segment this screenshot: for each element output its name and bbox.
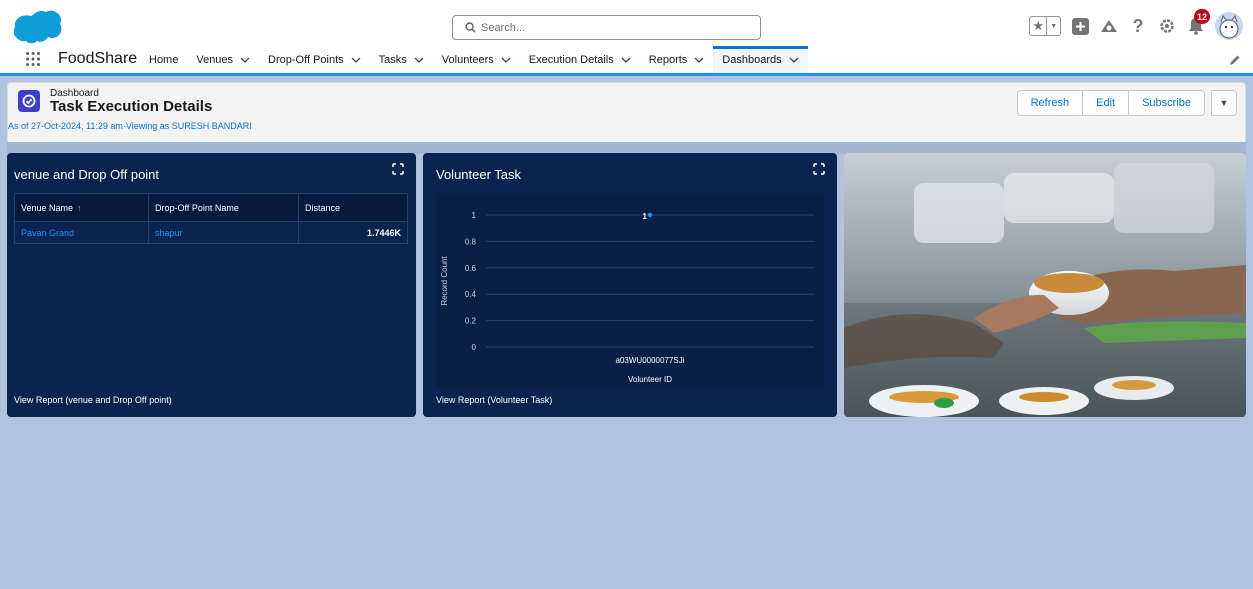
app-name: FoodShare [58, 50, 138, 67]
nav-tab-label: Execution Details [528, 53, 614, 66]
widget-title: venue and Drop Off point [14, 167, 160, 182]
nav-tab-label: Home [149, 53, 179, 66]
view-report-link[interactable]: View Report (venue and Drop Off point) [14, 395, 172, 405]
salesforce-logo[interactable] [14, 10, 62, 44]
nav-tabs: Home Venues Drop-Off Points Tasks Volunteers… [140, 46, 808, 73]
nav-tab-venues[interactable]: Venues [187, 46, 259, 73]
nav-tab-label: Dashboards [722, 53, 782, 66]
search-icon [465, 22, 476, 33]
edit-button[interactable]: Edit [1082, 90, 1130, 116]
nav-tab-home[interactable]: Home [140, 46, 187, 73]
venue-link[interactable]: Pavan Grand [14, 221, 149, 244]
volunteer-task-widget: Volunteer Task 0 0.2 0.4 0.6 0.8 1 Record Coun… [423, 153, 837, 417]
gear-icon[interactable] [1157, 16, 1177, 36]
dashboard-meta: As of 27-Oct-2024, 11:29 am·Viewing as S… [8, 121, 252, 131]
food-photo-widget [844, 153, 1246, 417]
star-icon[interactable]: ★ [1030, 17, 1048, 35]
chevron-down-icon[interactable]: ▼ [1047, 17, 1060, 35]
y-tick-label: 0.2 [465, 317, 477, 326]
data-point [647, 212, 653, 218]
chevron-down-icon[interactable] [621, 55, 631, 65]
nav-tab-label: Venues [196, 53, 234, 66]
column-header-distance[interactable]: Distance [298, 193, 408, 222]
app-navigation: FoodShare Home Venues Drop-Off Points Tasks… [0, 46, 1253, 76]
avatar[interactable] [1215, 12, 1243, 40]
nav-tab-label: Drop-Off Points [268, 53, 344, 66]
scatter-chart: 0 0.2 0.4 0.6 0.8 1 Record Count a03WU0000077SJ… [440, 211, 814, 384]
venue-dropoff-widget: venue and Drop Off point Venue Name ↑ Dro… [7, 153, 416, 417]
refresh-button[interactable]: Refresh [1016, 90, 1084, 116]
chevron-down-icon[interactable] [501, 55, 511, 65]
column-header-venue[interactable]: Venue Name ↑ [14, 193, 149, 222]
chart-area: 0 0.2 0.4 0.6 0.8 1 Record Count a03WU0000077SJ… [436, 193, 824, 389]
expand-icon[interactable] [813, 163, 825, 175]
trailhead-icon[interactable] [1099, 16, 1119, 36]
help-icon[interactable]: ? [1128, 16, 1148, 36]
page-title: Task Execution Details [50, 98, 213, 115]
nav-tab-reports[interactable]: Reports [640, 46, 714, 73]
x-tick-label: a03WU0000077SJi [616, 356, 685, 365]
nav-tab-label: Volunteers [441, 53, 494, 66]
chevron-down-icon[interactable] [351, 55, 361, 65]
favorites-group: ★ ▼ [1029, 16, 1061, 36]
x-axis-label: Volunteer ID [628, 375, 672, 384]
nav-tab-label: Tasks [378, 53, 407, 66]
sort-up-icon: ↑ [77, 202, 82, 213]
view-report-link[interactable]: View Report (Volunteer Task) [436, 395, 552, 405]
search-input[interactable] [481, 18, 751, 37]
more-actions-button[interactable]: ▼ [1211, 90, 1237, 116]
chevron-down-icon[interactable] [789, 55, 799, 65]
global-search[interactable] [452, 15, 761, 40]
dashboard-icon [18, 90, 40, 112]
chevron-down-icon[interactable] [240, 55, 250, 65]
nav-tab-tasks[interactable]: Tasks [370, 46, 433, 73]
chevron-down-icon[interactable] [694, 55, 704, 65]
nav-tab-execution-details[interactable]: Execution Details [520, 46, 640, 73]
table-row: Pavan Grand shapur 1.7446K [14, 221, 408, 244]
subscribe-button[interactable]: Subscribe [1128, 90, 1205, 116]
y-tick-label: 0.8 [465, 237, 477, 246]
notifications-bell[interactable]: 12 [1186, 9, 1210, 36]
data-label: 1 [643, 212, 648, 221]
column-header-dropoff[interactable]: Drop-Off Point Name [148, 193, 299, 222]
nav-tab-dashboards[interactable]: Dashboards [713, 46, 808, 73]
header-utility-icons: ★ ▼ ? 12 [1029, 9, 1243, 41]
dashboard-header: Dashboard Task Execution Details As of 2… [7, 82, 1246, 142]
global-actions-icon[interactable] [1070, 16, 1090, 36]
global-header: ★ ▼ ? 12 [0, 0, 1253, 46]
nav-tab-drop-off-points[interactable]: Drop-Off Points [259, 46, 370, 73]
dropoff-link[interactable]: shapur [148, 221, 299, 244]
pencil-icon[interactable] [1229, 54, 1241, 66]
y-tick-label: 0.6 [465, 264, 477, 273]
chevron-down-icon: ▼ [1219, 98, 1229, 108]
widget-title: Volunteer Task [436, 167, 522, 182]
notification-badge: 12 [1193, 9, 1210, 24]
y-axis-label: Record Count [440, 256, 449, 306]
expand-icon[interactable] [392, 163, 404, 175]
y-tick-label: 0.4 [465, 290, 477, 299]
y-tick-label: 0 [472, 343, 477, 352]
food-serving-photo [844, 153, 1246, 417]
nav-tab-label: Reports [648, 53, 688, 66]
distance-value: 1.7446K [298, 221, 408, 244]
chevron-down-icon[interactable] [414, 55, 424, 65]
y-tick-label: 1 [472, 211, 477, 220]
venue-table: Venue Name ↑ Drop-Off Point Name Distance… [14, 193, 408, 244]
app-launcher-icon[interactable] [25, 51, 41, 67]
nav-tab-volunteers[interactable]: Volunteers [433, 46, 520, 73]
header-actions: Refresh Edit Subscribe ▼ [1016, 90, 1237, 116]
